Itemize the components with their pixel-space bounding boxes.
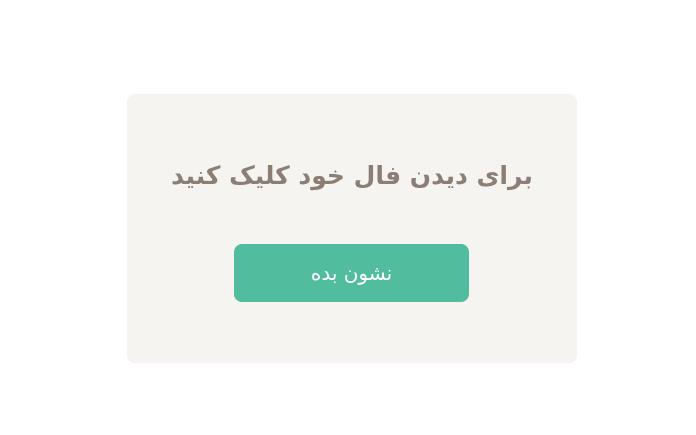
show-fortune-button[interactable]: نشون بده [234,244,469,302]
fortune-card: برای دیدن فال خود کلیک کنید نشون بده [127,94,577,363]
card-title: برای دیدن فال خود کلیک کنید [171,161,533,190]
